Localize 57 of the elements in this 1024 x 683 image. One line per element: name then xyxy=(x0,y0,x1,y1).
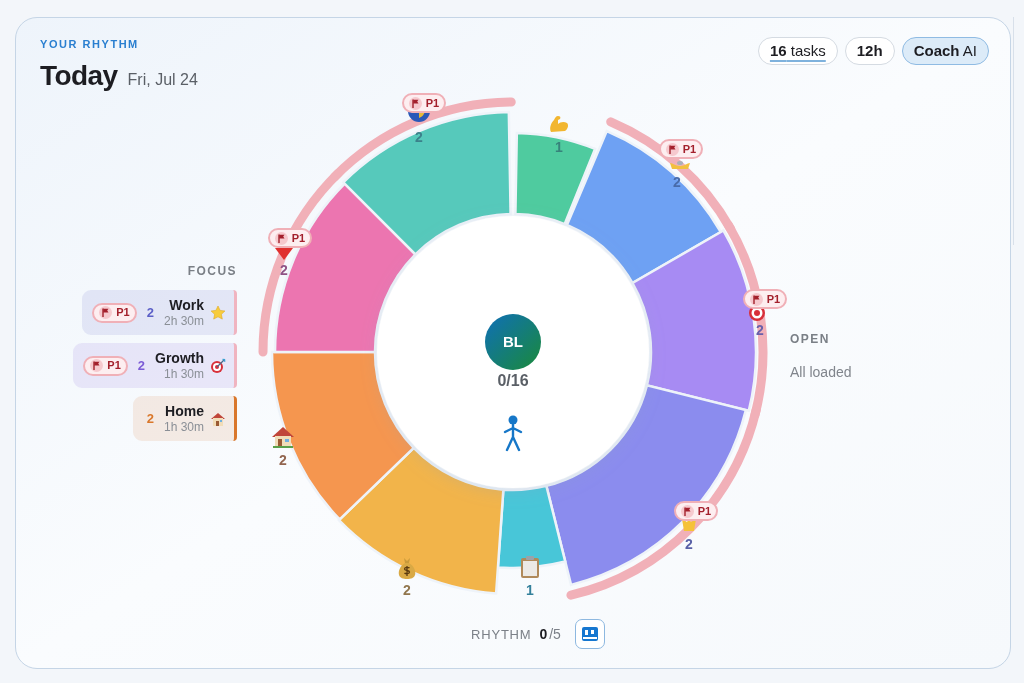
ring-segment[interactable] xyxy=(270,350,415,521)
avatar[interactable] xyxy=(485,314,541,370)
ring-segment[interactable] xyxy=(514,131,597,226)
house-icon xyxy=(210,410,226,427)
ring-segment[interactable] xyxy=(273,182,417,354)
count-label: 2 xyxy=(279,450,287,470)
focus-name: Work xyxy=(169,296,204,314)
filter-chip[interactable]: Coach AI xyxy=(901,37,989,65)
duration-label: 1h 30m xyxy=(163,366,204,382)
flag-icon xyxy=(90,359,104,372)
section-label: OPEN xyxy=(790,331,831,348)
rhythm-label: RHYTHM xyxy=(471,625,532,644)
count-label: 2 xyxy=(280,260,288,280)
person-icon xyxy=(503,415,523,452)
progress-label: 0/16 xyxy=(497,371,529,391)
count-label: 2 xyxy=(756,320,764,340)
house-icon xyxy=(271,426,295,448)
status-text: All loaded xyxy=(790,363,852,382)
target-icon xyxy=(210,357,226,374)
arm-icon xyxy=(548,114,570,134)
clipboard-icon xyxy=(520,556,540,578)
section-label: FOCUS xyxy=(187,263,237,280)
flag-icon xyxy=(749,292,763,306)
money-bag-icon xyxy=(397,557,417,579)
rhythm-done: 0 xyxy=(539,624,548,644)
ring-segment[interactable] xyxy=(545,384,748,587)
duration-label: 2h 30m xyxy=(163,313,204,329)
ring-segment[interactable] xyxy=(342,110,512,256)
count-label: 2 xyxy=(685,534,693,554)
flag-icon xyxy=(408,96,422,110)
count-label: 2 xyxy=(146,409,154,428)
count-label: 2 xyxy=(673,172,681,192)
focus-name: Growth xyxy=(155,349,204,367)
count-label: 2 xyxy=(403,580,411,600)
flag-icon xyxy=(274,231,288,245)
rhythm-total: /5 xyxy=(549,624,561,644)
count-label: 2 xyxy=(146,303,154,322)
flag-icon xyxy=(99,306,113,319)
avatar-initials: BL xyxy=(503,331,523,352)
focus-name: Home xyxy=(165,402,204,420)
calendar-button[interactable] xyxy=(574,619,605,649)
count-label: 2 xyxy=(415,127,423,147)
filter-chip[interactable]: 16 tasks xyxy=(757,37,838,65)
count-label: 2 xyxy=(137,356,145,375)
calendar-icon xyxy=(581,627,598,641)
page-title: Today xyxy=(40,58,118,93)
eyebrow-label: YOUR RHYTHM xyxy=(40,37,140,52)
flag-icon xyxy=(665,142,679,156)
ring-segment[interactable] xyxy=(565,129,723,285)
ring-segment[interactable] xyxy=(337,446,505,595)
flag-icon xyxy=(680,504,694,518)
ring-segment[interactable] xyxy=(631,229,758,413)
date-label: Fri, Jul 24 xyxy=(127,69,198,90)
ring-segment[interactable] xyxy=(496,484,567,570)
duration-label: 1h 30m xyxy=(163,419,204,435)
count-label: 1 xyxy=(526,580,534,600)
count-label: 1 xyxy=(555,137,563,157)
